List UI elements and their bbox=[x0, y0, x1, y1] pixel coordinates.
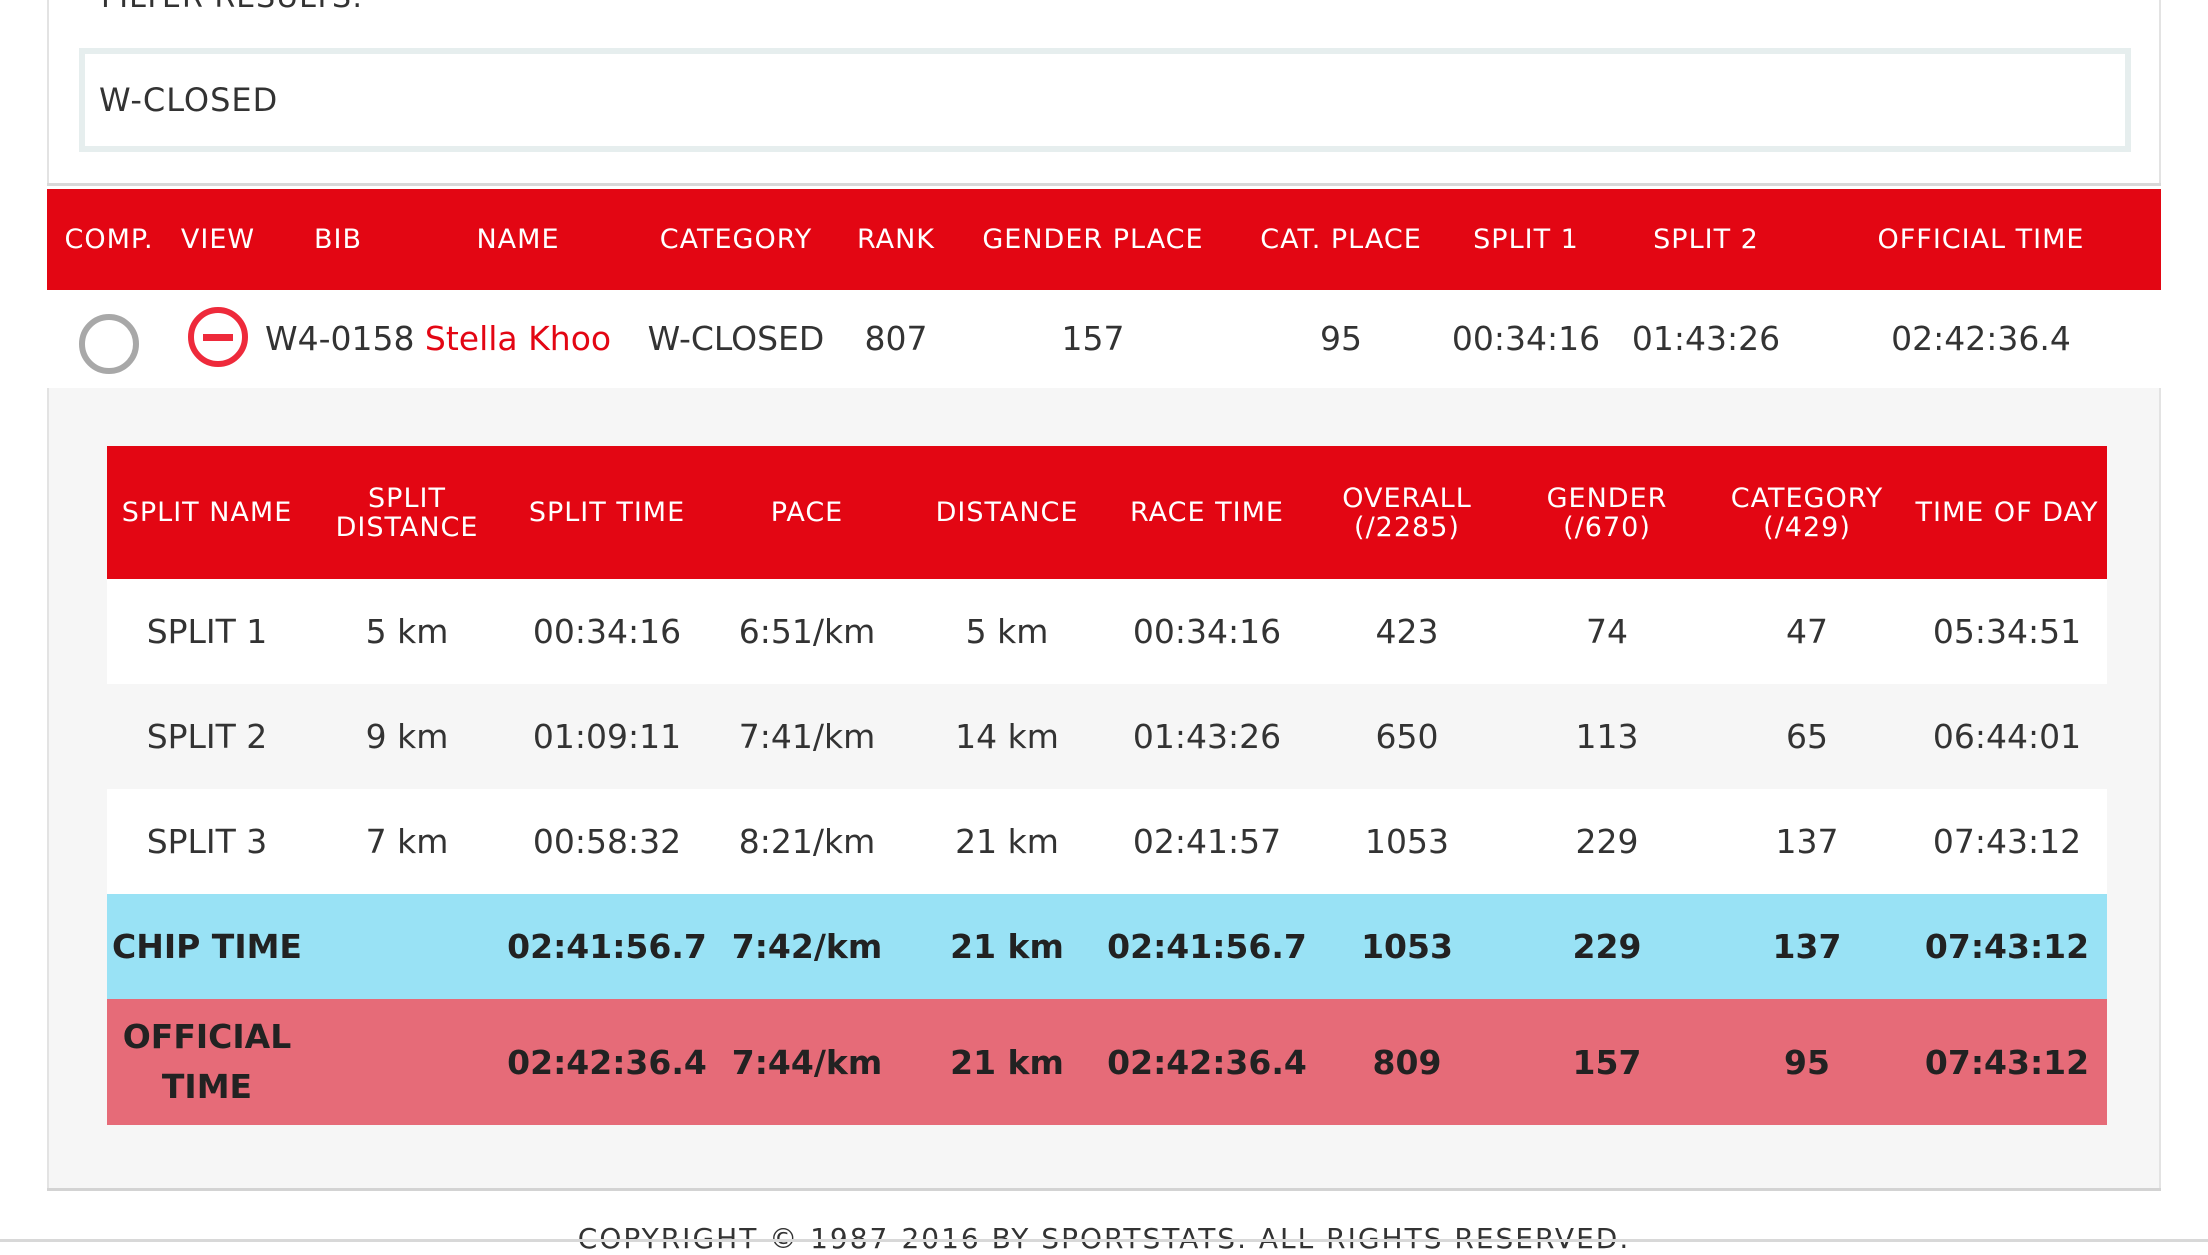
header-cat-place: CAT. PLACE bbox=[1260, 224, 1422, 255]
header-category: CATEGORY (/429) bbox=[1730, 482, 1884, 543]
chip-time-row: CHIP TIME 02:41:56.7 7:42/km 21 km 02:41… bbox=[107, 894, 2107, 999]
race-time: 02:41:57 bbox=[1132, 822, 1282, 861]
split-time: 02:41:56.7 bbox=[507, 927, 707, 966]
category-place: 137 bbox=[1772, 927, 1842, 966]
distance: 21 km bbox=[950, 927, 1064, 966]
header-bib: BIB bbox=[313, 224, 362, 255]
pace: 7:42/km bbox=[731, 927, 883, 966]
time-of-day: 07:43:12 bbox=[1924, 1042, 2090, 1082]
header-rank: RANK bbox=[856, 224, 936, 255]
header-name: NAME bbox=[476, 224, 560, 255]
time-of-day: 05:34:51 bbox=[1932, 612, 2082, 651]
filter-label: FILTER RESULTS: bbox=[101, 0, 363, 15]
collapse-icon[interactable] bbox=[188, 307, 248, 367]
race-time: 01:43:26 bbox=[1132, 717, 1282, 756]
header-gender: GENDER (/670) bbox=[1546, 482, 1668, 543]
split-2-value: 01:43:26 bbox=[1631, 319, 1781, 358]
split-distance: 7 km bbox=[365, 822, 449, 861]
overall-place: 1053 bbox=[1361, 927, 1453, 966]
gender-place: 157 bbox=[1572, 1042, 1642, 1082]
race-time: 02:42:36.4 bbox=[1107, 1042, 1307, 1082]
time-of-day: 07:43:12 bbox=[1924, 927, 2090, 966]
overall-place: 423 bbox=[1375, 612, 1439, 651]
compare-radio[interactable] bbox=[79, 314, 139, 374]
split-name: SPLIT 2 bbox=[146, 717, 268, 756]
athlete-name-link[interactable]: Stella Khoo bbox=[411, 290, 625, 388]
rank-value: 807 bbox=[864, 319, 928, 358]
category-place: 65 bbox=[1786, 717, 1828, 756]
result-row: W4-0158 Stella Khoo W-CLOSED 807 157 95 … bbox=[47, 290, 2161, 388]
filter-input[interactable] bbox=[79, 48, 2131, 152]
gender-place: 229 bbox=[1575, 822, 1639, 861]
bib-value: W4-0158 bbox=[265, 319, 415, 358]
results-page: FILTER RESULTS: COMP. VIEW BIB NAME CATE… bbox=[0, 0, 2208, 1255]
category-place: 95 bbox=[1784, 1042, 1830, 1082]
overall-place: 1053 bbox=[1365, 822, 1449, 861]
split-name: SPLIT 1 bbox=[146, 612, 268, 651]
header-pace: PACE bbox=[770, 497, 844, 528]
results-header: COMP. VIEW BIB NAME CATEGORY RANK GENDER… bbox=[47, 189, 2161, 290]
split-1-value: 00:34:16 bbox=[1451, 319, 1601, 358]
header-split-1: SPLIT 1 bbox=[1473, 224, 1579, 255]
pace: 6:51/km bbox=[738, 612, 876, 651]
category-value: W-CLOSED bbox=[647, 319, 825, 358]
split-time: 00:34:16 bbox=[532, 612, 682, 651]
category-place: 137 bbox=[1775, 822, 1839, 861]
cat-place-value: 95 bbox=[1320, 319, 1362, 358]
header-official-time: OFFICIAL TIME bbox=[1877, 224, 2085, 255]
split-row: SPLIT 2 9 km 01:09:11 7:41/km 14 km 01:4… bbox=[107, 684, 2107, 789]
header-split-time: SPLIT TIME bbox=[528, 497, 686, 528]
header-split-name: SPLIT NAME bbox=[121, 497, 293, 528]
split-table-header: SPLIT NAME SPLIT DISTANCE SPLIT TIME PAC… bbox=[107, 446, 2107, 579]
split-name: CHIP TIME bbox=[112, 927, 302, 966]
header-comp: COMP. bbox=[64, 224, 154, 255]
pace: 7:44/km bbox=[731, 1042, 883, 1082]
split-time: 01:09:11 bbox=[532, 717, 682, 756]
split-distance: 9 km bbox=[365, 717, 449, 756]
header-category: CATEGORY bbox=[659, 224, 813, 255]
category-place: 47 bbox=[1786, 612, 1828, 651]
split-distance bbox=[307, 999, 507, 1125]
split-name: OFFICIAL TIME bbox=[122, 1017, 292, 1106]
divider bbox=[47, 183, 2161, 186]
split-name: SPLIT 3 bbox=[146, 822, 268, 861]
header-split-2: SPLIT 2 bbox=[1653, 224, 1759, 255]
pace: 7:41/km bbox=[738, 717, 876, 756]
header-split-distance: SPLIT DISTANCE bbox=[335, 482, 479, 543]
official-time-value: 02:42:36.4 bbox=[1891, 319, 2071, 358]
gender-place: 74 bbox=[1586, 612, 1628, 651]
header-view: VIEW bbox=[180, 224, 256, 255]
gender-place-value: 157 bbox=[1061, 319, 1125, 358]
race-time: 00:34:16 bbox=[1132, 612, 1282, 651]
header-distance: DISTANCE bbox=[935, 497, 1079, 528]
header-race-time: RACE TIME bbox=[1130, 497, 1284, 528]
race-time: 02:41:56.7 bbox=[1107, 927, 1307, 966]
gender-place: 113 bbox=[1575, 717, 1639, 756]
time-of-day: 06:44:01 bbox=[1932, 717, 2082, 756]
divider bbox=[47, 1188, 2161, 1191]
official-time-row: OFFICIAL TIME 02:42:36.4 7:44/km 21 km 0… bbox=[107, 999, 2107, 1125]
header-gender-place: GENDER PLACE bbox=[982, 224, 1204, 255]
split-time: 00:58:32 bbox=[532, 822, 682, 861]
distance: 21 km bbox=[950, 1042, 1064, 1082]
time-of-day: 07:43:12 bbox=[1932, 822, 2082, 861]
filter-panel: FILTER RESULTS: bbox=[47, 0, 2161, 185]
header-time-of-day: TIME OF DAY bbox=[1915, 497, 2099, 528]
distance: 5 km bbox=[965, 612, 1049, 651]
gender-place: 229 bbox=[1572, 927, 1642, 966]
split-row: SPLIT 3 7 km 00:58:32 8:21/km 21 km 02:4… bbox=[107, 789, 2107, 894]
distance: 14 km bbox=[955, 717, 1059, 756]
distance: 21 km bbox=[955, 822, 1059, 861]
pace: 8:21/km bbox=[738, 822, 876, 861]
split-distance: 5 km bbox=[365, 612, 449, 651]
overall-place: 650 bbox=[1375, 717, 1439, 756]
overall-place: 809 bbox=[1372, 1042, 1442, 1082]
header-overall: OVERALL (/2285) bbox=[1342, 482, 1472, 543]
split-distance bbox=[307, 894, 507, 999]
split-row: SPLIT 1 5 km 00:34:16 6:51/km 5 km 00:34… bbox=[107, 579, 2107, 684]
split-time: 02:42:36.4 bbox=[507, 1042, 707, 1082]
